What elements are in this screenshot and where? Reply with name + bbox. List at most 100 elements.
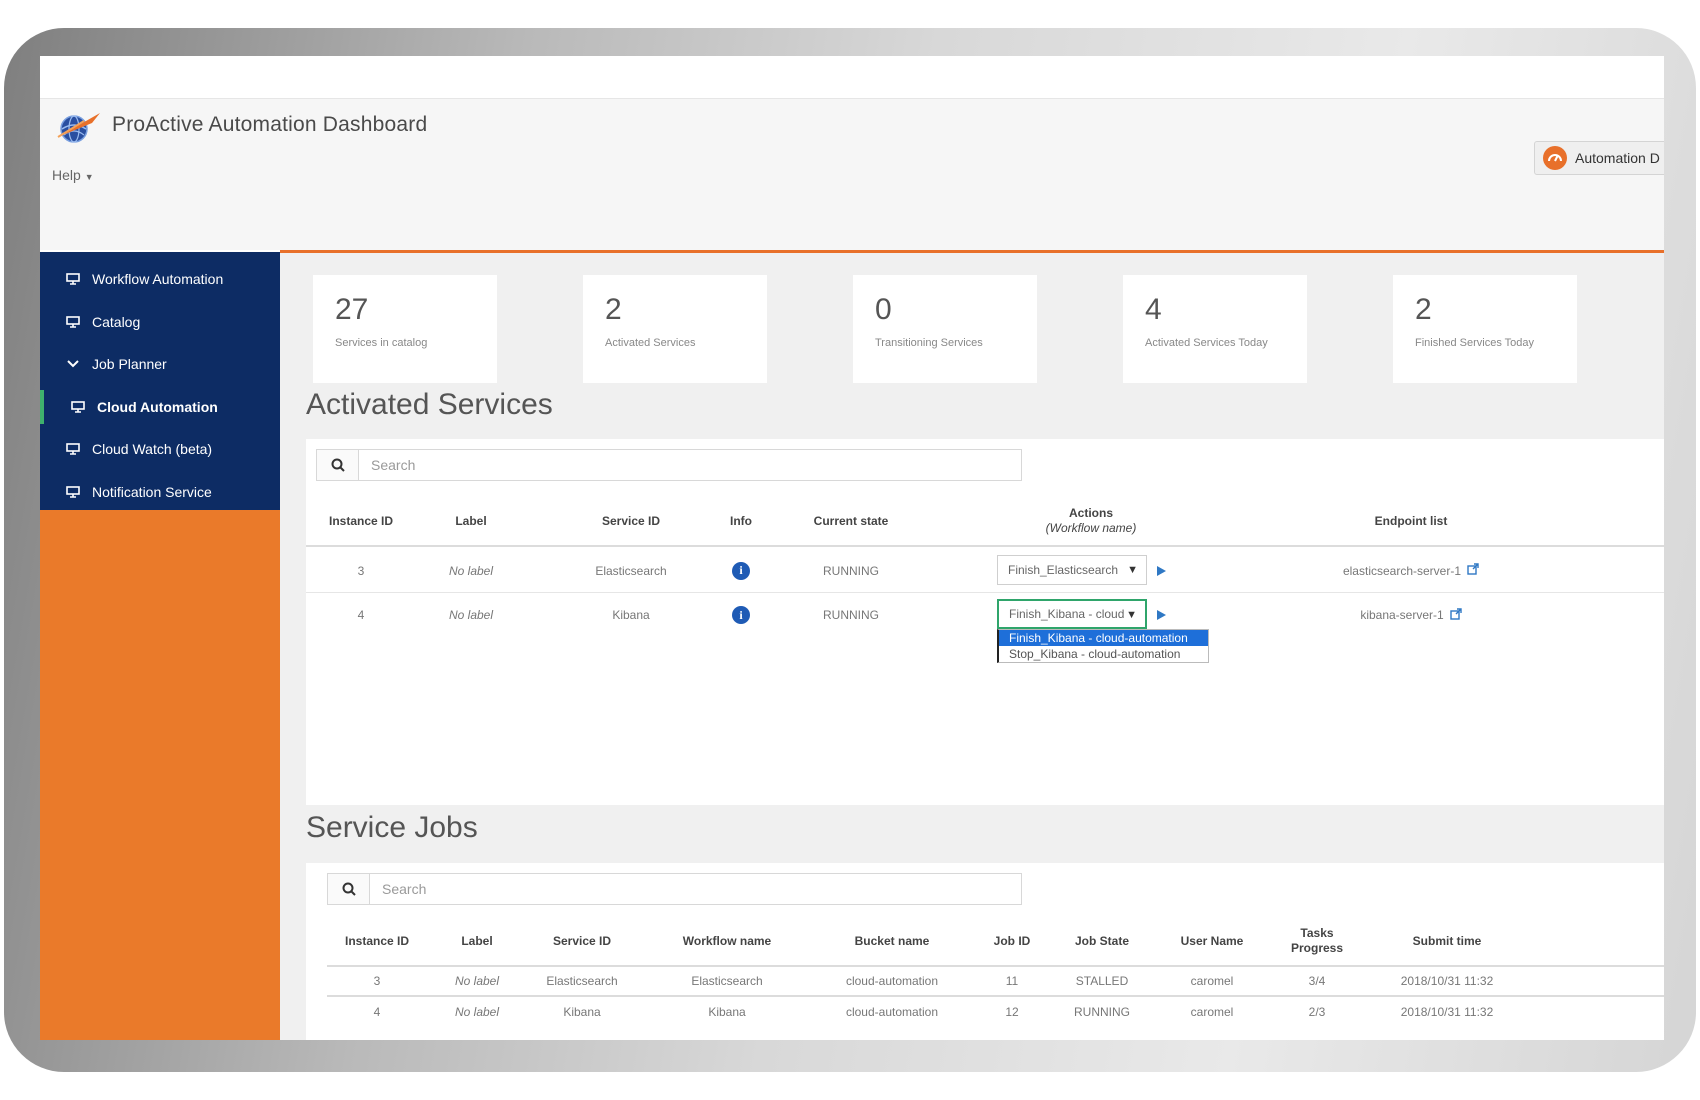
activated-services-panel: Instance ID Label Service ID Info Curren… [306,439,1664,805]
sidebar-item-label: Notification Service [92,483,212,500]
column-header-instance-id[interactable]: Instance ID [327,915,427,967]
stat-card-activated-services: 2 Activated Services [583,275,767,383]
proactive-logo-icon [54,107,104,147]
service-jobs-table-header: Instance ID Label Service ID Workflow na… [327,915,1664,967]
column-header-job-state[interactable]: Job State [1057,915,1147,967]
monitor-icon [66,315,82,328]
sidebar-item-label: Workflow Automation [92,271,224,288]
help-menu[interactable]: Help ▼ [52,167,94,183]
action-select[interactable]: Finish_Kibana - cloud ▼ [997,599,1147,629]
stat-card-transitioning-services: 0 Transitioning Services [853,275,1037,383]
endpoint-label: elasticsearch-server-1 [1342,563,1462,578]
endpoint-link[interactable]: kibana-server-1 [1360,607,1462,623]
dropdown-arrow-icon: ▼ [1127,564,1138,576]
sidebar-item-cloud-automation[interactable]: Cloud Automation [40,386,280,429]
portal-button-label: Automation D [1575,150,1660,166]
column-header-label[interactable]: Label [426,495,516,547]
column-header-tasks-progress[interactable]: Tasks Progress [1277,915,1357,967]
column-header-info[interactable]: Info [706,495,776,547]
column-header-user-name[interactable]: User Name [1167,915,1257,967]
cell-label: No label [454,1005,500,1019]
column-header-instance-id[interactable]: Instance ID [316,495,406,547]
cell-endpoint: kibana-server-1 [1286,593,1536,637]
column-header-label[interactable]: Label [437,915,517,967]
sidebar-item-job-planner[interactable]: Job Planner [40,343,280,386]
action-select[interactable]: Finish_Elasticsearch ▼ [997,555,1147,585]
column-header-current-state[interactable]: Current state [806,495,896,547]
search-input[interactable] [370,875,1021,903]
dropdown-option-finish-kibana[interactable]: Finish_Kibana - cloud-automation [999,630,1208,646]
stat-value: 2 [605,293,622,326]
stat-card-finished-services-today: 2 Finished Services Today [1393,275,1577,383]
sidebar-nav: Workflow Automation Catalog Job Planner … [40,252,280,510]
execute-action-button[interactable] [1157,566,1166,576]
column-header-job-id[interactable]: Job ID [977,915,1047,967]
info-icon[interactable]: i [732,561,750,580]
activated-services-table-header: Instance ID Label Service ID Info Curren… [306,495,1664,547]
cell-bucket-name: cloud-automation [845,1005,939,1019]
cell-workflow-name: Elasticsearch [691,974,763,988]
sidebar-item-notification-service[interactable]: Notification Service [40,471,280,514]
stat-value: 2 [1415,293,1432,326]
caret-down-icon: ▼ [84,172,94,182]
sidebar-item-catalog[interactable]: Catalog [40,301,280,344]
action-select-value: Finish_Elasticsearch [1008,563,1119,577]
dropdown-option-stop-kibana[interactable]: Stop_Kibana - cloud-automation [999,646,1208,662]
cell-job-id: 11 [1005,974,1019,988]
service-jobs-search [327,873,1022,905]
stat-label: Services in catalog [335,337,428,349]
column-header-service-id[interactable]: Service ID [527,915,637,967]
monitor-icon [71,400,87,413]
info-icon[interactable]: i [732,606,750,624]
cell-tasks-progress: 3/4 [1308,974,1326,988]
speedometer-icon [1543,146,1567,170]
column-header-submit-time[interactable]: Submit time [1377,915,1517,967]
column-header-actions[interactable]: Actions (Workflow name) [1016,495,1166,547]
external-link-icon [1449,607,1462,623]
sidebar-item-label: Catalog [92,313,141,330]
cell-current-state: RUNNING [823,608,879,622]
table-row: 3 No label Elasticsearch i RUNNING Finis… [306,549,1664,593]
table-row: 4 No label Kibana i RUNNING Finish_Kiban… [306,593,1664,637]
stat-value: 4 [1145,293,1162,326]
cell-service-id: Elasticsearch [595,563,667,578]
cell-submit-time: 2018/10/31 11:32 [1400,1005,1494,1019]
cell-user-name: caromel [1190,974,1234,988]
sidebar-item-cloud-watch[interactable]: Cloud Watch (beta) [40,428,280,471]
cell-user-name: caromel [1190,1005,1234,1019]
automation-dashboard-button[interactable]: Automation D [1534,141,1664,175]
sidebar-item-workflow-automation[interactable]: Workflow Automation [40,258,280,301]
column-header-service-id[interactable]: Service ID [586,495,676,547]
service-jobs-panel: Instance ID Label Service ID Workflow na… [306,863,1664,1040]
cell-instance-id: 3 [373,974,381,988]
actions-header-label: Actions [1068,506,1113,520]
search-input[interactable] [359,451,1021,479]
app-title: ProActive Automation Dashboard [112,113,428,136]
cell-service-id: Elasticsearch [546,974,618,988]
app-window: ProActive Automation Dashboard Help ▼ Aut… [40,56,1664,1040]
cell-workflow-name: Kibana [708,1005,746,1019]
cell-instance-id: 4 [373,1005,381,1019]
table-row: 3 No label Elasticsearch Elasticsearch c… [327,967,1664,997]
execute-action-button[interactable] [1157,610,1166,620]
endpoint-link[interactable]: elasticsearch-server-1 [1343,563,1479,578]
activated-services-title: Activated Services [306,388,553,421]
cell-service-id: Kibana [563,1005,601,1019]
monitor-icon [66,273,82,286]
app-header: ProActive Automation Dashboard Help ▼ Aut… [40,98,1664,250]
cell-submit-time: 2018/10/31 11:32 [1400,974,1494,988]
search-icon [328,874,370,904]
sidebar: Workflow Automation Catalog Job Planner … [40,252,280,1040]
column-header-workflow-name[interactable]: Workflow name [657,915,797,967]
cell-label: No label [448,563,494,578]
cell-label: No label [454,974,500,988]
cell-current-state: RUNNING [823,563,879,578]
sidebar-item-label: Job Planner [92,356,167,373]
table-row: 4 No label Kibana Kibana cloud-automatio… [327,997,1664,1027]
stat-value: 0 [875,293,892,326]
column-header-bucket-name[interactable]: Bucket name [817,915,967,967]
stat-label: Activated Services Today [1145,337,1268,349]
column-header-endpoint-list[interactable]: Endpoint list [1356,495,1466,547]
cell-service-id: Kibana [612,608,650,622]
cell-job-state: RUNNING [1074,1005,1130,1019]
